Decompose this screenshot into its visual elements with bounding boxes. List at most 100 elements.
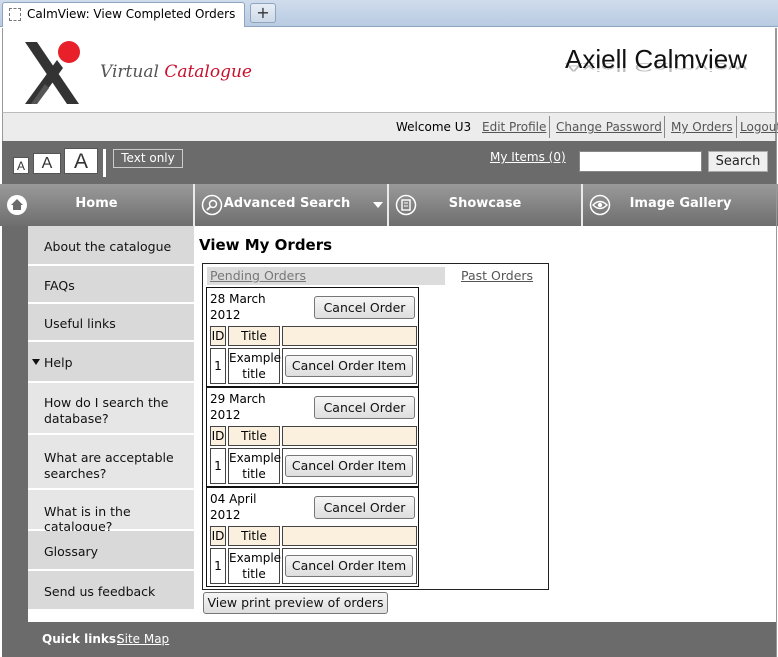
item-action-cell: Cancel Order Item — [282, 548, 417, 584]
sidebar-item-glossary[interactable]: Glossary — [28, 531, 194, 571]
logout-link[interactable]: Logout — [740, 120, 778, 134]
footer: Quick links: Site Map — [2, 622, 776, 657]
divider — [549, 116, 550, 138]
cancel-order-item-button[interactable]: Cancel Order Item — [285, 555, 413, 577]
column-header-action — [282, 526, 417, 546]
nav-tab-home[interactable]: Home — [0, 184, 195, 226]
tab-pending-orders[interactable]: Pending Orders — [207, 267, 445, 285]
browser-tab-title: CalmView: View Completed Orders — [27, 7, 236, 21]
order-date: 29 March 2012 — [210, 391, 290, 423]
order-date-line: 2012 — [210, 408, 241, 422]
item-title-line: title — [242, 467, 266, 481]
item-title-line: Example — [229, 351, 282, 365]
column-header-action — [282, 326, 417, 346]
axiell-logo-icon[interactable] — [23, 38, 85, 106]
sidebar-item-label: How do I search the database? — [44, 395, 169, 426]
order-date-line: 29 March — [210, 392, 266, 406]
edit-profile-link[interactable]: Edit Profile — [482, 120, 546, 134]
main-nav: Home Advanced Search Showcase Image Gall… — [0, 184, 778, 226]
site-map-link[interactable]: Site Map — [117, 632, 169, 646]
tab-past-orders[interactable]: Past Orders — [461, 268, 533, 283]
font-size-medium-button[interactable]: A — [33, 153, 61, 174]
expand-down-icon — [32, 359, 40, 365]
column-header-id: ID — [210, 526, 226, 546]
quick-links-label: Quick links: — [42, 632, 121, 646]
nav-tab-image-gallery[interactable]: Image Gallery — [583, 184, 778, 226]
sidebar-item-useful-links[interactable]: Useful links — [28, 304, 194, 342]
sidebar-item-feedback[interactable]: Send us feedback — [28, 571, 194, 611]
sidebar: About the catalogue FAQs Useful links He… — [28, 226, 194, 622]
browser-tab[interactable]: CalmView: View Completed Orders — [2, 2, 245, 27]
divider — [736, 116, 737, 138]
sidebar-item-label: Useful links — [44, 316, 116, 331]
order-date-line: 2012 — [210, 308, 241, 322]
browser-tab-bar: CalmView: View Completed Orders + — [0, 0, 778, 27]
item-title: Example title — [228, 548, 282, 584]
cancel-order-item-button[interactable]: Cancel Order Item — [285, 355, 413, 377]
order-block: 28 March 2012 Cancel Order ID Title 1 Ex… — [206, 287, 419, 387]
sidebar-item-label: What are acceptable searches? — [44, 450, 174, 481]
chevron-down-icon[interactable] — [373, 202, 383, 208]
new-tab-button[interactable]: + — [250, 3, 276, 23]
text-only-button[interactable]: Text only — [113, 149, 183, 168]
my-items-link[interactable]: My Items (0) — [490, 150, 566, 164]
cancel-order-button[interactable]: Cancel Order — [314, 396, 415, 419]
change-password-link[interactable]: Change Password — [556, 120, 662, 134]
item-action-cell: Cancel Order Item — [282, 448, 417, 484]
search-button[interactable]: Search — [708, 151, 768, 172]
sidebar-item-label: What is in the catalogue? — [44, 504, 131, 534]
nav-tab-advanced-search[interactable]: Advanced Search — [195, 184, 389, 226]
sidebar-item-about[interactable]: About the catalogue — [28, 226, 194, 266]
sidebar-item-acceptable-searches[interactable]: What are acceptable searches? — [28, 435, 194, 490]
page-icon — [9, 8, 21, 21]
nav-tab-label: Image Gallery — [629, 196, 732, 211]
divider — [664, 116, 665, 138]
print-preview-button[interactable]: View print preview of orders — [203, 592, 388, 614]
nav-tab-showcase[interactable]: Showcase — [389, 184, 583, 226]
item-id: 1 — [210, 348, 226, 384]
sidebar-item-help[interactable]: Help — [28, 342, 194, 383]
order-block: 29 March 2012 Cancel Order ID Title 1 Ex… — [206, 387, 419, 487]
item-action-cell: Cancel Order Item — [282, 348, 417, 384]
column-header-title: Title — [228, 326, 280, 346]
divider — [103, 149, 106, 177]
sidebar-item-faqs[interactable]: FAQs — [28, 266, 194, 304]
item-id: 1 — [210, 448, 226, 484]
sidebar-item-label: Send us feedback — [44, 584, 156, 599]
sidebar-item-whats-in-catalogue[interactable]: What is in the catalogue? — [28, 490, 194, 534]
cancel-order-item-button[interactable]: Cancel Order Item — [285, 455, 413, 477]
column-header-title: Title — [228, 526, 280, 546]
sidebar-strip — [2, 226, 28, 622]
tab-label: Pending Orders — [210, 268, 306, 283]
item-title-line: Example — [229, 551, 282, 565]
welcome-text: Welcome U3 — [396, 120, 472, 134]
sidebar-item-how-search[interactable]: How do I search the database? — [28, 383, 194, 435]
search-input[interactable] — [579, 151, 702, 172]
orders-panel: Pending Orders Past Orders 28 March 2012… — [202, 263, 549, 590]
order-date-line: 28 March — [210, 292, 266, 306]
my-orders-link[interactable]: My Orders — [671, 120, 733, 134]
order-block: 04 April 2012 Cancel Order ID Title 1 Ex… — [206, 487, 419, 587]
order-date-line: 04 April — [210, 492, 257, 506]
item-title: Example title — [228, 348, 282, 384]
page-title: View My Orders — [199, 236, 333, 254]
cancel-order-button[interactable]: Cancel Order — [314, 296, 415, 319]
page-border — [776, 28, 777, 657]
column-header-title: Title — [228, 426, 280, 446]
font-size-large-button[interactable]: A — [64, 148, 98, 174]
item-title-line: title — [242, 567, 266, 581]
order-date: 28 March 2012 — [210, 291, 290, 323]
font-size-small-button[interactable]: A — [13, 157, 29, 174]
order-date-line: 2012 — [210, 508, 241, 522]
site-header: Virtual Catalogue Axiell Calmview Axiell… — [2, 28, 776, 112]
tool-bar: A A A Text only My Items (0) Search — [2, 141, 776, 184]
order-date: 04 April 2012 — [210, 491, 290, 523]
sidebar-item-label: FAQs — [44, 278, 75, 293]
item-id: 1 — [210, 548, 226, 584]
nav-tab-label: Advanced Search — [223, 196, 351, 211]
sidebar-item-label: Help — [44, 355, 73, 370]
item-title: Example title — [228, 448, 281, 484]
cancel-order-button[interactable]: Cancel Order — [314, 496, 415, 519]
column-header-action — [282, 426, 417, 446]
sidebar-item-label: Glossary — [44, 544, 99, 559]
